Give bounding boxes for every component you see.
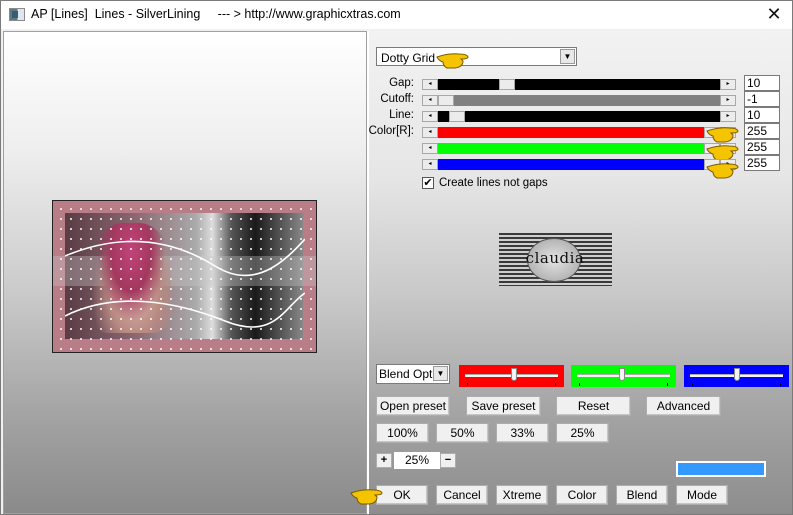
blend-slider-green[interactable] xyxy=(571,365,676,387)
hand-pointer-icon xyxy=(705,123,739,143)
scroll-right-icon[interactable]: ▸ xyxy=(720,95,736,106)
color-swatch[interactable] xyxy=(676,461,766,477)
slider-tick xyxy=(579,383,580,386)
param-slider[interactable]: ◂▸ xyxy=(422,95,736,106)
preview-panel xyxy=(3,31,367,514)
param-slider[interactable]: ◂▸ xyxy=(422,143,736,154)
param-value-field[interactable]: -1 xyxy=(744,91,780,107)
slider-tick xyxy=(555,383,556,386)
zoom-in-button[interactable]: + xyxy=(376,453,392,468)
param-label: Cutoff: xyxy=(380,93,414,105)
param-slider[interactable]: ◂▸ xyxy=(422,79,736,90)
param-slider[interactable]: ◂▸ xyxy=(422,111,736,122)
title-bar: AP [Lines] Lines - SilverLining --- > ht… xyxy=(1,1,792,29)
reset-button[interactable]: Reset xyxy=(556,396,631,416)
param-label: Color[R]: xyxy=(368,125,414,137)
scroll-left-icon[interactable]: ◂ xyxy=(422,127,438,138)
open-preset-button[interactable]: Open preset xyxy=(376,396,450,416)
scroll-left-icon[interactable]: ◂ xyxy=(422,143,438,154)
slider-thumb[interactable] xyxy=(734,368,741,381)
scroll-left-icon[interactable]: ◂ xyxy=(422,95,438,106)
scroll-left-icon[interactable]: ◂ xyxy=(422,111,438,122)
zoom-50-button[interactable]: 50% xyxy=(436,423,489,443)
color-button[interactable]: Color xyxy=(556,485,608,505)
plugin-window: AP [Lines] Lines - SilverLining --- > ht… xyxy=(0,0,793,515)
blend-button[interactable]: Blend xyxy=(616,485,668,505)
param-value-field[interactable]: 255 xyxy=(744,155,780,171)
ok-button[interactable]: OK xyxy=(376,485,428,505)
slider-track[interactable] xyxy=(438,79,720,90)
param-slider[interactable]: ◂▸ xyxy=(422,159,736,170)
create-lines-checkbox[interactable]: ✔ xyxy=(422,177,434,189)
dotty-grid-overlay xyxy=(53,201,316,352)
param-value-field[interactable]: 255 xyxy=(744,123,780,139)
param-slider[interactable]: ◂▸ xyxy=(422,127,736,138)
preset-dropdown-value: Dotty Grid xyxy=(381,51,436,65)
slider-tick xyxy=(667,383,668,386)
blend-slider-blue[interactable] xyxy=(684,365,789,387)
scroll-left-icon[interactable]: ◂ xyxy=(422,79,438,90)
slider-tick xyxy=(692,383,693,386)
param-label: Line: xyxy=(389,109,414,121)
zoom-level-field[interactable]: 25% xyxy=(394,452,440,469)
hand-pointer-icon xyxy=(705,141,739,161)
slider-thumb[interactable] xyxy=(499,79,516,90)
hand-pointer-icon xyxy=(349,485,383,505)
scroll-right-icon[interactable]: ▸ xyxy=(720,79,736,90)
chevron-down-icon[interactable]: ▼ xyxy=(560,49,575,64)
slider-thumb[interactable] xyxy=(618,368,625,381)
slider-tick xyxy=(780,383,781,386)
mode-button[interactable]: Mode xyxy=(676,485,728,505)
scroll-left-icon[interactable]: ◂ xyxy=(422,159,438,170)
create-lines-label: Create lines not gaps xyxy=(439,177,548,189)
chevron-down-icon[interactable]: ▼ xyxy=(433,366,448,381)
slider-track[interactable] xyxy=(438,111,720,122)
param-value-field[interactable]: 10 xyxy=(744,107,780,123)
slider-track[interactable] xyxy=(438,127,720,138)
window-title: AP [Lines] Lines - SilverLining --- > ht… xyxy=(31,7,401,21)
slider-tick xyxy=(467,383,468,386)
zoom-out-button[interactable]: − xyxy=(440,453,456,468)
slider-thumb[interactable] xyxy=(511,368,518,381)
slider-thumb[interactable] xyxy=(438,95,454,106)
zoom-25-button[interactable]: 25% xyxy=(556,423,609,443)
blend-options-dropdown[interactable]: Blend Opti ▼ xyxy=(376,364,450,384)
param-value-field[interactable]: 10 xyxy=(744,75,780,91)
preview-image[interactable] xyxy=(52,200,317,353)
logo-text: claudia xyxy=(525,249,585,267)
blend-slider-red[interactable] xyxy=(459,365,564,387)
cancel-button[interactable]: Cancel xyxy=(436,485,488,505)
param-value-field[interactable]: 255 xyxy=(744,139,780,155)
xtreme-button[interactable]: Xtreme xyxy=(496,485,548,505)
scroll-right-icon[interactable]: ▸ xyxy=(720,111,736,122)
zoom-33-button[interactable]: 33% xyxy=(496,423,549,443)
blend-options-value: Blend Opti xyxy=(379,367,436,381)
slider-track[interactable] xyxy=(438,143,720,154)
zoom-100-button[interactable]: 100% xyxy=(376,423,429,443)
param-label: Gap: xyxy=(389,77,414,89)
close-icon[interactable]: ✕ xyxy=(762,3,786,27)
advanced-button[interactable]: Advanced xyxy=(646,396,721,416)
slider-track[interactable] xyxy=(438,95,720,106)
hand-pointer-icon xyxy=(435,49,469,69)
slider-track[interactable] xyxy=(438,159,720,170)
save-preset-button[interactable]: Save preset xyxy=(466,396,541,416)
preset-dropdown[interactable]: Dotty Grid ▼ xyxy=(376,47,577,66)
app-icon xyxy=(9,8,25,21)
claudia-logo: claudia xyxy=(499,233,612,286)
slider-thumb[interactable] xyxy=(448,111,465,122)
hand-pointer-icon xyxy=(705,159,739,179)
